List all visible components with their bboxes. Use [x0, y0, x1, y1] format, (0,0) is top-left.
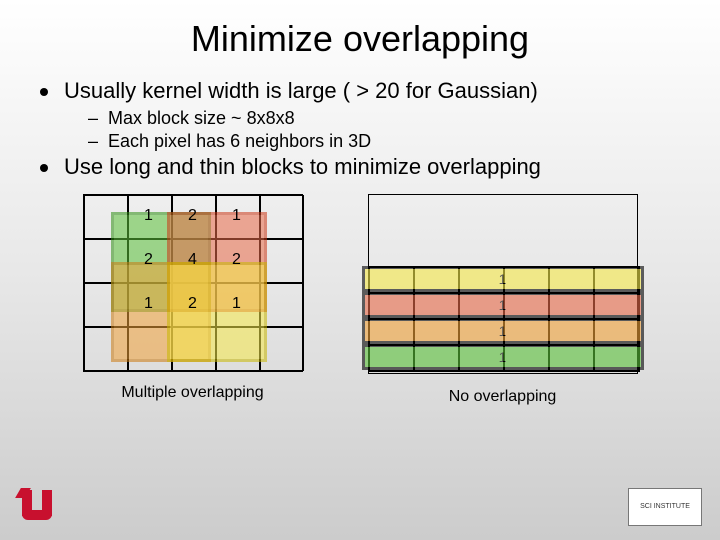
- overlap-value: 4: [171, 238, 215, 282]
- dash-icon: –: [88, 108, 98, 129]
- sub-bullet-text: Each pixel has 6 neighbors in 3D: [108, 131, 371, 152]
- overlap-value: 2: [171, 282, 215, 326]
- bullet-dot-icon: [40, 164, 48, 172]
- right-caption: No overlapping: [368, 388, 638, 406]
- dash-icon: –: [88, 131, 98, 152]
- thin-block-row: 1: [362, 292, 644, 318]
- right-diagram-column: 1 1 1 1 No overlapping: [368, 194, 638, 406]
- right-diagram: 1 1 1 1: [368, 194, 638, 374]
- sci-institute-logo: SCI INSTITUTE: [628, 488, 702, 526]
- overlap-value: 2: [171, 194, 215, 238]
- university-u-logo-icon: [18, 488, 56, 526]
- left-diagram: 1 2 1 2 4 2 1 2 1: [83, 194, 303, 370]
- overlap-value: 1: [215, 282, 259, 326]
- overlap-value: 2: [215, 238, 259, 282]
- sub-bullet-text: Max block size ~ 8x8x8: [108, 108, 295, 129]
- bullet-item: Usually kernel width is large ( > 20 for…: [40, 78, 680, 104]
- left-diagram-column: 1 2 1 2 4 2 1 2 1 Multiple overl: [83, 194, 303, 406]
- left-caption: Multiple overlapping: [83, 384, 303, 402]
- overlay-value-grid: 1 2 1 2 4 2 1 2 1: [83, 194, 303, 370]
- thin-block-row: 1: [362, 344, 644, 370]
- overlap-value: 2: [127, 238, 171, 282]
- overlap-value: 1: [215, 194, 259, 238]
- sub-bullet-item: – Each pixel has 6 neighbors in 3D: [88, 131, 680, 152]
- sub-bullet-item: – Max block size ~ 8x8x8: [88, 108, 680, 129]
- slide-content: Usually kernel width is large ( > 20 for…: [0, 60, 720, 406]
- thin-block-row: 1: [362, 318, 644, 344]
- thin-block-row: 1: [362, 266, 644, 292]
- bullet-text: Usually kernel width is large ( > 20 for…: [64, 78, 538, 104]
- diagram-row: 1 2 1 2 4 2 1 2 1 Multiple overl: [40, 194, 680, 406]
- bullet-text: Use long and thin blocks to minimize ove…: [64, 154, 541, 180]
- bullet-dot-icon: [40, 88, 48, 96]
- bullet-item: Use long and thin blocks to minimize ove…: [40, 154, 680, 180]
- slide-title: Minimize overlapping: [0, 0, 720, 60]
- overlap-value: 1: [127, 194, 171, 238]
- overlap-value: 1: [127, 282, 171, 326]
